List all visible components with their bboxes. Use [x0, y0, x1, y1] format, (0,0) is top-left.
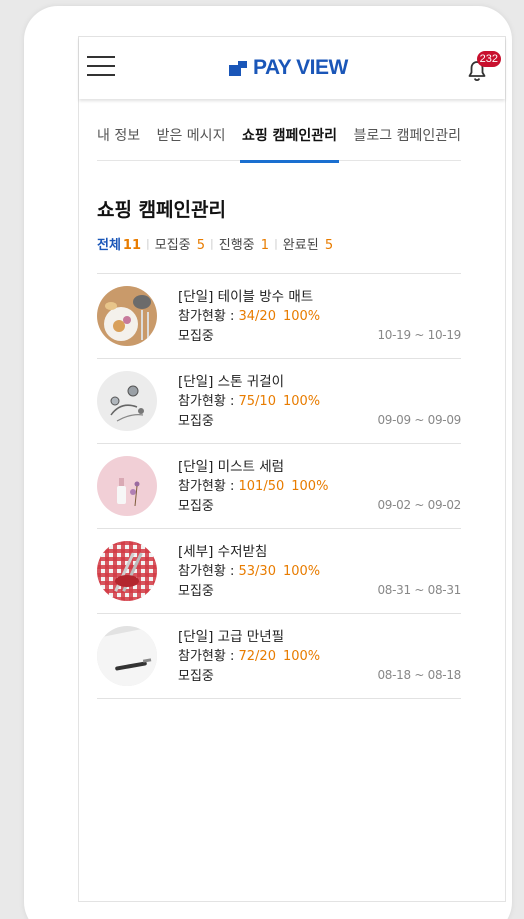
app-header: PAY VIEW 232	[79, 37, 505, 99]
campaign-list: [단일] 테이블 방수 매트 참가현황 : 34/20 100% 모집중 10-1…	[97, 273, 461, 699]
campaign-title: [단일] 테이블 방수 매트	[178, 289, 314, 305]
participation-status: 참가현황 : 72/20 100%	[178, 649, 321, 664]
participation-status: 참가현황 : 53/30 100%	[178, 564, 321, 579]
date-range: 09-09 ~ 09-09	[377, 413, 461, 427]
tab-my-info[interactable]: 내 정보	[97, 123, 140, 160]
date-range: 09-02 ~ 09-02	[377, 498, 461, 512]
app-screen: PAY VIEW 232 내 정보 받은 메시지 쇼핑 캠페인관리 블로그 캠페…	[78, 36, 506, 902]
campaign-item[interactable]: [세부] 수저받침 참가현황 : 53/30 100% 모집중 08-31 ~ 0…	[97, 528, 461, 613]
status-filters: 전체 11 | 모집중 5 | 진행중 1 | 완료된 5	[97, 234, 333, 253]
serum-photo	[97, 456, 157, 516]
filter-divider: |	[146, 237, 150, 250]
campaign-title: [세부] 수저받침	[178, 544, 268, 560]
pay-view-logo[interactable]: PAY VIEW	[229, 56, 348, 80]
campaign-title: [단일] 고급 만년필	[178, 629, 285, 645]
device-frame: PAY VIEW 232 내 정보 받은 메시지 쇼핑 캠페인관리 블로그 캠페…	[24, 6, 512, 919]
filter-all[interactable]: 전체 11	[97, 234, 141, 253]
earring-photo	[97, 371, 157, 431]
filter-in-progress[interactable]: 진행중 1	[219, 234, 269, 253]
campaign-item[interactable]: [단일] 테이블 방수 매트 참가현황 : 34/20 100% 모집중 10-1…	[97, 273, 461, 358]
notification-count-badge: 232	[476, 51, 501, 67]
logo-mark-icon	[229, 60, 247, 76]
filter-completed[interactable]: 완료된 5	[283, 234, 333, 253]
campaign-item[interactable]: [단일] 스톤 귀걸이 참가현황 : 75/10 100% 모집중 09-09 ~…	[97, 358, 461, 443]
date-range: 10-19 ~ 10-19	[377, 328, 461, 342]
tab-received-messages[interactable]: 받은 메시지	[157, 123, 226, 160]
participation-status: 참가현황 : 101/50 100%	[178, 479, 329, 494]
tab-blog-campaigns[interactable]: 블로그 캠페인관리	[354, 123, 462, 160]
page-title: 쇼핑 캠페인관리	[97, 199, 226, 221]
hamburger-menu-icon[interactable]	[87, 56, 115, 78]
mypage-tabs: 내 정보 받은 메시지 쇼핑 캠페인관리 블로그 캠페인관리	[97, 123, 462, 163]
filter-count: 1	[260, 238, 270, 253]
table-mat-photo	[97, 286, 157, 346]
recruit-status: 모집중	[178, 414, 214, 429]
spoon-rest-photo	[97, 541, 157, 601]
recruit-status: 모집중	[178, 669, 214, 684]
participation-status: 참가현황 : 34/20 100%	[178, 309, 321, 324]
recruit-status: 모집중	[178, 584, 214, 599]
notification-bell[interactable]: 232	[465, 51, 501, 85]
filter-count: 11	[122, 238, 142, 253]
campaign-title: [단일] 스톤 귀걸이	[178, 374, 285, 390]
campaign-title: [단일] 미스트 세럼	[178, 459, 285, 475]
recruit-status: 모집중	[178, 499, 214, 514]
filter-count: 5	[196, 238, 206, 253]
campaign-item[interactable]: [단일] 고급 만년필 참가현황 : 72/20 100% 모집중 08-18 ~…	[97, 613, 461, 698]
date-range: 08-31 ~ 08-31	[377, 583, 461, 597]
participation-status: 참가현황 : 75/10 100%	[178, 394, 321, 409]
campaign-item[interactable]: [단일] 미스트 세럼 참가현황 : 101/50 100% 모집중 09-02 …	[97, 443, 461, 528]
date-range: 08-18 ~ 08-18	[377, 668, 461, 682]
recruit-status: 모집중	[178, 329, 214, 344]
filter-recruiting[interactable]: 모집중 5	[155, 234, 205, 253]
filter-divider: |	[210, 237, 214, 250]
list-divider	[97, 698, 461, 699]
filter-count: 5	[324, 238, 334, 253]
fountain-pen-photo	[97, 626, 157, 686]
logo-text: PAY VIEW	[253, 56, 348, 79]
filter-divider: |	[274, 237, 278, 250]
tab-shopping-campaigns[interactable]: 쇼핑 캠페인관리	[239, 123, 340, 163]
